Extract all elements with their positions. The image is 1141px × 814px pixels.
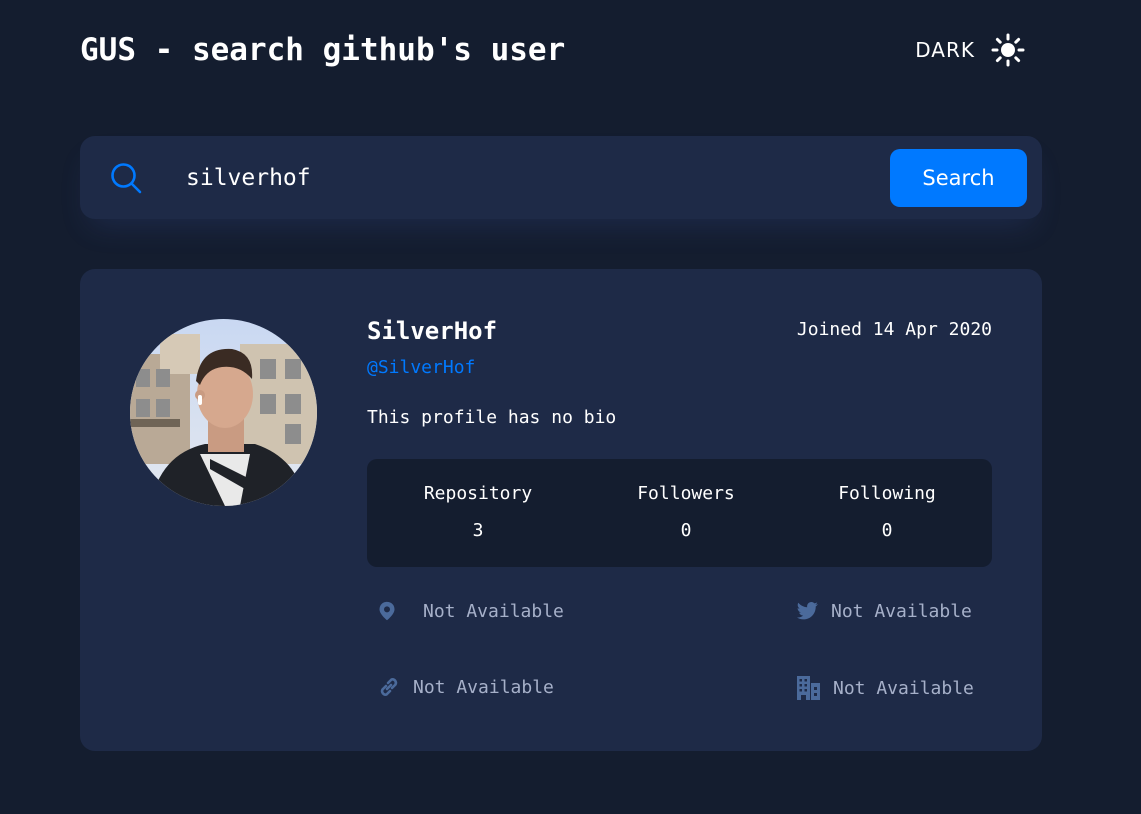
search-icon bbox=[111, 162, 142, 193]
user-login-link[interactable]: @SilverHof bbox=[367, 357, 475, 378]
stat-followers-value: 0 bbox=[680, 520, 692, 541]
theme-toggle[interactable]: DARK bbox=[915, 33, 1025, 67]
website-text: Not Available bbox=[413, 676, 554, 698]
stat-following-value: 0 bbox=[881, 520, 893, 541]
company-text: Not Available bbox=[833, 677, 974, 699]
info-twitter: Not Available bbox=[795, 599, 972, 623]
app-root: GUS - search github's user DARK silverho… bbox=[0, 0, 1141, 814]
header: GUS - search github's user DARK bbox=[80, 28, 1025, 72]
avatar-image bbox=[130, 319, 317, 506]
location-text: Not Available bbox=[423, 600, 564, 622]
user-bio: This profile has no bio bbox=[367, 407, 617, 428]
sun-icon bbox=[991, 33, 1025, 67]
stat-repos: Repository 3 bbox=[417, 483, 539, 541]
profile-card: SilverHof Joined 14 Apr 2020 @SilverHof … bbox=[80, 269, 1042, 751]
stats-box: Repository 3 Followers 0 Following 0 bbox=[367, 459, 992, 567]
avatar bbox=[130, 319, 317, 506]
info-location: Not Available bbox=[377, 599, 564, 623]
info-company: Not Available bbox=[795, 675, 974, 701]
theme-toggle-label: DARK bbox=[915, 38, 975, 62]
stat-followers: Followers 0 bbox=[629, 483, 743, 541]
link-icon bbox=[380, 678, 398, 696]
search-button[interactable]: Search bbox=[890, 148, 1027, 207]
stat-following: Following 0 bbox=[830, 483, 944, 541]
twitter-text: Not Available bbox=[831, 600, 972, 622]
stat-followers-label: Followers bbox=[637, 483, 735, 504]
location-pin-icon bbox=[379, 601, 395, 621]
office-building-icon bbox=[797, 676, 820, 700]
twitter-icon bbox=[796, 602, 818, 620]
stat-following-label: Following bbox=[838, 483, 936, 504]
info-website: Not Available bbox=[377, 675, 554, 699]
joined-date: Joined 14 Apr 2020 bbox=[796, 319, 992, 340]
stat-repos-value: 3 bbox=[472, 520, 484, 541]
search-bar: Search bbox=[80, 136, 1042, 219]
user-name: SilverHof bbox=[367, 317, 498, 345]
stat-repos-label: Repository bbox=[423, 483, 533, 504]
app-title: GUS - search github's user bbox=[80, 32, 566, 68]
search-input[interactable] bbox=[186, 152, 890, 203]
